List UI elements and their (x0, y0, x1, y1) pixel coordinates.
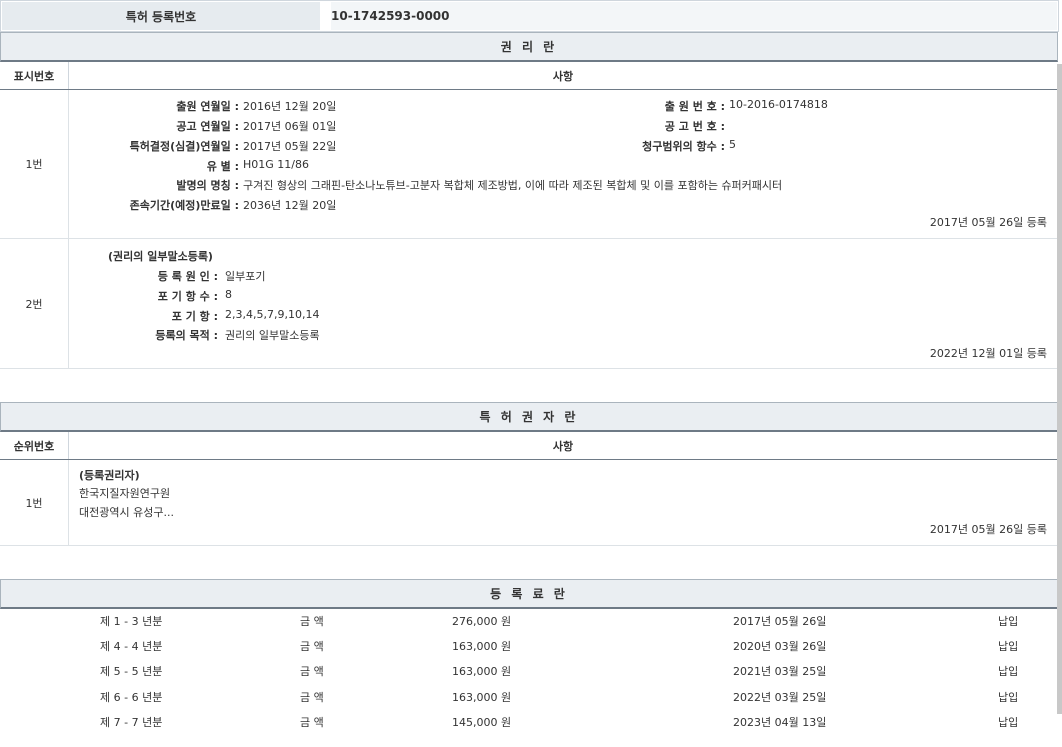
rights-col-details: 사항 (69, 62, 1057, 89)
fee-row: 제 7 - 7 년분 금 액 145,000 원 2023년 04월 13일 납… (0, 709, 1057, 734)
rights-entry-1: 1번 출원 연월일 : 2016년 12월 20일 공고 연월일 : 2017년… (0, 90, 1057, 239)
fee-amount: 145,000 원 (452, 714, 511, 730)
owner-entry-1: 1번 (등록권리자) 한국지질자원연구원 대전광역시 유성구... 2017년 … (0, 460, 1057, 546)
rights-column-header: 표시번호 사항 (0, 62, 1057, 90)
owners-column-header: 순위번호 사항 (0, 432, 1057, 460)
expiry-date: 2036년 12월 20일 (243, 197, 336, 213)
field-label: 특허결정(심결)연월일 : (130, 138, 239, 154)
entry-heading: (등록권리자) (79, 467, 140, 483)
registration-number-label: 특허 등록번호 (2, 2, 320, 30)
fee-label: 금 액 (300, 689, 324, 705)
field-label: 공 고 번 호 : (665, 118, 725, 134)
vertical-scrollbar[interactable] (1057, 64, 1062, 714)
fee-amount: 163,000 원 (452, 638, 511, 654)
fee-label: 금 액 (300, 638, 324, 654)
registration-cause: 일부포기 (225, 268, 265, 284)
field-label: 유 별 : (207, 158, 239, 174)
application-date: 2016년 12월 20일 (243, 98, 336, 114)
registration-date: 2017년 05월 26일 등록 (930, 521, 1047, 537)
fee-period: 제 6 - 6 년분 (100, 689, 162, 705)
field-label: 포 기 항 : (172, 308, 218, 324)
fee-period: 제 4 - 4 년분 (100, 638, 162, 654)
fee-status: 납입 (998, 613, 1018, 629)
fee-amount: 276,000 원 (452, 613, 511, 629)
owner-name: 한국지질자원연구원 (79, 485, 170, 501)
fee-period: 제 1 - 3 년분 (100, 613, 162, 629)
entry-number: 1번 (0, 90, 69, 238)
field-label: 출원 연월일 : (176, 98, 239, 114)
fee-date: 2017년 05월 26일 (733, 613, 826, 629)
fee-period: 제 7 - 7 년분 (100, 714, 162, 730)
rights-section-title: 권 리 란 (0, 32, 1058, 62)
application-number: 10-2016-0174818 (729, 98, 828, 111)
invention-title: 구겨진 형상의 그래핀-탄소나노튜브-고분자 복합체 제조방법, 이에 따라 제… (243, 177, 782, 193)
fee-status: 납입 (998, 689, 1018, 705)
registration-date: 2022년 12월 01일 등록 (930, 345, 1047, 361)
fee-row: 제 6 - 6 년분 금 액 163,000 원 2022년 03월 25일 납… (0, 684, 1057, 709)
registration-number-value: 10-1742593-0000 (331, 2, 1057, 30)
fee-period: 제 5 - 5 년분 (100, 663, 162, 679)
rights-entry-2: 2번 (권리의 일부말소등록) 등 록 원 인 : 일부포기 포 기 항 수 :… (0, 239, 1057, 369)
fee-date: 2021년 03월 25일 (733, 663, 826, 679)
owners-section-title: 특 허 권 자 란 (0, 402, 1058, 432)
field-label: 공고 연월일 : (176, 118, 239, 134)
field-label: 등 록 원 인 : (158, 268, 218, 284)
fee-date: 2020년 03월 26일 (733, 638, 826, 654)
fee-amount: 163,000 원 (452, 663, 511, 679)
fee-label: 금 액 (300, 613, 324, 629)
fee-status: 납입 (998, 638, 1018, 654)
fee-date: 2022년 03월 25일 (733, 689, 826, 705)
field-label: 등록의 목적 : (155, 327, 218, 343)
fee-amount: 163,000 원 (452, 689, 511, 705)
owners-col-rank: 순위번호 (0, 432, 69, 459)
entry-heading: (권리의 일부말소등록) (108, 248, 213, 264)
field-label: 존속기간(예정)만료일 : (130, 197, 239, 213)
publication-date: 2017년 06월 01일 (243, 118, 336, 134)
owners-col-details: 사항 (69, 432, 1057, 459)
field-label: 청구범위의 항수 : (642, 138, 725, 154)
registration-number-row: 특허 등록번호 10-1742593-0000 (0, 0, 1059, 32)
registration-date: 2017년 05월 26일 등록 (930, 214, 1047, 230)
entry-number: 2번 (0, 239, 69, 368)
abandoned-claims: 2,3,4,5,7,9,10,14 (225, 308, 319, 321)
abandoned-claim-count: 8 (225, 288, 232, 301)
registration-purpose: 권리의 일부말소등록 (225, 327, 320, 343)
claim-count: 5 (729, 138, 736, 151)
fee-row: 제 5 - 5 년분 금 액 163,000 원 2021년 03월 25일 납… (0, 658, 1057, 683)
fee-label: 금 액 (300, 714, 324, 730)
fees-section-title: 등 록 료 란 (0, 579, 1058, 609)
fee-status: 납입 (998, 663, 1018, 679)
fee-row: 제 4 - 4 년분 금 액 163,000 원 2020년 03월 26일 납… (0, 633, 1057, 658)
entry-number: 1번 (0, 460, 69, 545)
fee-status: 납입 (998, 714, 1018, 730)
fee-date: 2023년 04월 13일 (733, 714, 826, 730)
rights-col-number: 표시번호 (0, 62, 69, 89)
field-label: 발명의 명칭 : (176, 177, 239, 193)
owner-address: 대전광역시 유성구... (79, 504, 174, 520)
classification: H01G 11/86 (243, 158, 309, 171)
fee-row: 제 1 - 3 년분 금 액 276,000 원 2017년 05월 26일 납… (0, 608, 1057, 633)
field-label: 포 기 항 수 : (158, 288, 218, 304)
fee-label: 금 액 (300, 663, 324, 679)
decision-date: 2017년 05월 22일 (243, 138, 336, 154)
field-label: 출 원 번 호 : (665, 98, 725, 114)
